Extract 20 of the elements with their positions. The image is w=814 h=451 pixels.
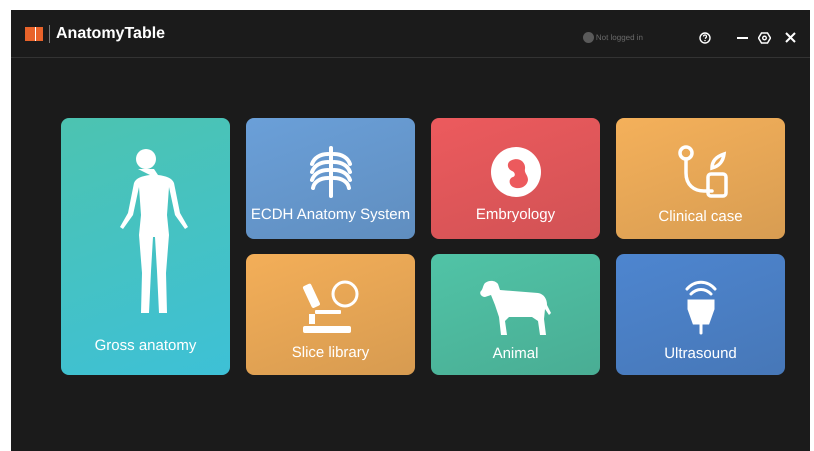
login-status: Not logged in <box>596 33 643 42</box>
embryo-icon <box>490 146 542 198</box>
module-tile[interactable]: Animal <box>431 254 600 375</box>
settings-icon <box>758 32 771 44</box>
close-icon <box>785 32 796 43</box>
module-tile[interactable]: Ultrasound <box>616 254 785 375</box>
window-title: AnatomyTable <box>56 24 166 42</box>
user-avatar-icon <box>582 32 594 43</box>
settings-button[interactable] <box>758 32 771 44</box>
module-tile[interactable]: Clinical case <box>616 118 785 239</box>
app-logo-icon <box>25 26 43 40</box>
module-tile[interactable]: ECDH Anatomy System <box>246 118 415 239</box>
ribcage-icon <box>308 146 354 198</box>
help-button[interactable] <box>699 32 711 44</box>
module-tile[interactable]: Embryology <box>431 118 600 239</box>
help-icon <box>699 32 711 44</box>
module-tile[interactable]: Slice library <box>246 254 415 375</box>
close-button[interactable] <box>785 32 796 43</box>
module-tile[interactable]: Gross anatomy <box>61 118 230 375</box>
microscope-icon <box>300 280 360 336</box>
